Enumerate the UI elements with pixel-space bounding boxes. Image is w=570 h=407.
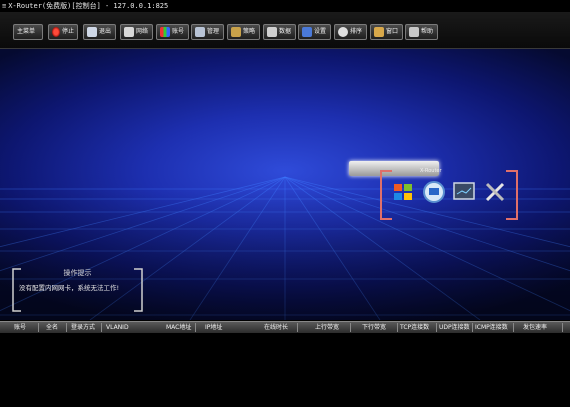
settings-button[interactable]: 设置	[298, 24, 331, 40]
column-header-udp[interactable]: UDP连接数	[439, 322, 470, 333]
toolbar-button-label: 网络	[136, 28, 149, 35]
window-button[interactable]: 窗口	[370, 24, 403, 40]
toolbar-button-label: 设置	[314, 28, 327, 35]
toolbar-button-label: 停止	[61, 28, 74, 35]
policy-icon	[231, 27, 241, 37]
toolbar: 主菜单 停止 退出 网络 账号 管理 策略 数据 设置 排序 窗口 帮助	[0, 12, 570, 49]
window-icon	[374, 27, 384, 37]
toolbar-button-label: 数据	[279, 28, 292, 35]
column-header-send-rate[interactable]: 发包速率	[523, 322, 547, 333]
table-header: 账号 全名 登录方式 VLANID MAC地址 IP地址 在线时长 上行带宽 下…	[0, 321, 570, 333]
toolbar-button-label: 帮助	[421, 28, 434, 35]
column-divider	[513, 323, 514, 332]
column-divider	[101, 323, 102, 332]
column-divider	[66, 323, 67, 332]
help-button[interactable]: 帮助	[405, 24, 438, 40]
stop-icon	[52, 27, 60, 37]
sort-icon	[338, 27, 348, 37]
data-button[interactable]: 数据	[263, 24, 296, 40]
network-icon	[124, 27, 134, 37]
hint-message: 没有配置内网网卡，系统无法工作!	[19, 284, 120, 292]
tools-icon[interactable]	[484, 181, 506, 203]
settings-icon	[302, 27, 312, 37]
column-divider	[297, 323, 298, 332]
column-header-icmp[interactable]: ICMP连接数	[475, 322, 508, 333]
column-header-online-time[interactable]: 在线时长	[264, 322, 288, 333]
column-divider	[350, 323, 351, 332]
column-header-login-method[interactable]: 登录方式	[71, 322, 95, 333]
window-title: X-Router(免费版)[控制台] - 127.0.0.1:825	[8, 2, 169, 10]
column-divider	[397, 323, 398, 332]
column-divider	[436, 323, 437, 332]
network-button[interactable]: 网络	[120, 24, 153, 40]
column-header-upload[interactable]: 上行带宽	[315, 322, 339, 333]
column-header-vlanid[interactable]: VLANID	[106, 322, 129, 333]
hint-panel: 操作提示 没有配置内网网卡，系统无法工作!	[11, 268, 144, 312]
toolbar-button-label: 管理	[207, 28, 220, 35]
title-bar: ≡ X-Router(免费版)[控制台] - 127.0.0.1:825	[0, 0, 570, 12]
session-table-body[interactable]	[0, 333, 570, 407]
toolbar-button-label: 账号	[172, 28, 185, 35]
sort-button[interactable]: 排序	[334, 24, 367, 40]
column-header-account[interactable]: 账号	[14, 322, 26, 333]
column-header-fullname[interactable]: 全名	[46, 322, 58, 333]
exit-button[interactable]: 退出	[83, 24, 116, 40]
toolbar-button-label: 策略	[243, 28, 256, 35]
column-divider	[472, 323, 473, 332]
column-divider	[562, 323, 563, 332]
column-header-tcp[interactable]: TCP连接数	[400, 322, 429, 333]
stop-button[interactable]: 停止	[48, 24, 78, 40]
column-divider	[38, 323, 39, 332]
toolbar-button-label: 退出	[99, 28, 112, 35]
account-icon	[160, 27, 170, 37]
toolbar-button-label: 窗口	[386, 28, 399, 35]
data-icon	[267, 27, 277, 37]
column-header-ip[interactable]: IP地址	[205, 322, 222, 333]
column-header-download[interactable]: 下行带宽	[362, 322, 386, 333]
monitor-icon[interactable]	[453, 182, 475, 202]
help-icon	[409, 27, 419, 37]
hint-title: 操作提示	[63, 269, 92, 277]
policy-button[interactable]: 策略	[227, 24, 260, 40]
gauge-icon[interactable]	[422, 180, 446, 204]
windows-logo-icon[interactable]	[392, 181, 414, 203]
toolbar-button-label: 排序	[350, 28, 363, 35]
manage-icon	[195, 27, 205, 37]
account-button[interactable]: 账号	[156, 24, 189, 40]
exit-icon	[87, 27, 97, 37]
app-icon: ≡	[2, 2, 7, 10]
column-header-mac[interactable]: MAC地址	[166, 322, 191, 333]
manage-button[interactable]: 管理	[191, 24, 224, 40]
toolbar-button-label: 主菜单	[17, 28, 36, 35]
main-menu-button[interactable]: 主菜单	[13, 24, 43, 40]
column-divider	[195, 323, 196, 332]
